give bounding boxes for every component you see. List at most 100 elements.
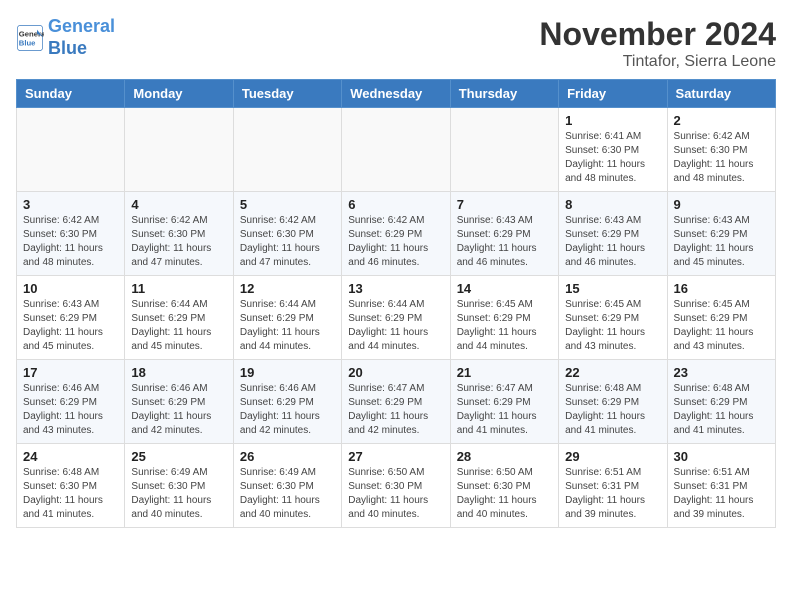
logo-icon: General Blue [16,24,44,52]
day-number: 19 [240,365,335,380]
calendar-cell: 10Sunrise: 6:43 AM Sunset: 6:29 PM Dayli… [17,276,125,360]
logo: General Blue General Blue [16,16,115,59]
day-number: 25 [131,449,226,464]
calendar-cell: 19 Sunrise: 6:46 AM Sunset: 6:29 PM Dayli… [233,360,341,444]
day-number: 23 [674,365,769,380]
day-number: 17 [23,365,118,380]
day-info: Sunrise: 6:50 AM Sunset: 6:30 PM Dayligh… [348,466,443,522]
day-info: Sunrise: 6:51 AM Sunset: 6:31 PM Dayligh… [565,466,660,522]
calendar-cell: 18 Sunrise: 6:46 AM Sunset: 6:29 PM Dayli… [125,360,233,444]
day-number: 8 [565,197,660,212]
calendar-cell: 11 Sunrise: 6:44 AM Sunset: 6:29 PM Dayli… [125,276,233,360]
weekday-header-wednesday: Wednesday [342,80,450,108]
weekday-header-sunday: Sunday [17,80,125,108]
calendar-cell: 7 Sunrise: 6:43 AM Sunset: 6:29 PM Daylig… [450,192,558,276]
day-number: 20 [348,365,443,380]
calendar-cell: 8 Sunrise: 6:43 AM Sunset: 6:29 PM Daylig… [559,192,667,276]
week-row-4: 17 Sunrise: 6:46 AM Sunset: 6:29 PM Dayli… [17,360,776,444]
logo-blue: Blue [48,38,87,58]
calendar-cell [17,108,125,192]
day-number: 27 [348,449,443,464]
day-info: Sunrise: 6:45 AM Sunset: 6:29 PM Dayligh… [565,298,660,354]
day-info: Sunrise: 6:41 AM Sunset: 6:30 PM Dayligh… [565,130,660,186]
calendar-cell: 26Sunrise: 6:49 AM Sunset: 6:30 PM Dayli… [233,444,341,528]
calendar-cell: 13 Sunrise: 6:44 AM Sunset: 6:29 PM Dayli… [342,276,450,360]
day-number: 11 [131,281,226,296]
day-info: Sunrise: 6:42 AM Sunset: 6:30 PM Dayligh… [240,214,335,270]
day-info: Sunrise: 6:44 AM Sunset: 6:29 PM Dayligh… [348,298,443,354]
day-number: 30 [674,449,769,464]
calendar-cell [342,108,450,192]
calendar-cell: 22Sunrise: 6:48 AM Sunset: 6:29 PM Dayli… [559,360,667,444]
calendar-cell: 27 Sunrise: 6:50 AM Sunset: 6:30 PM Dayli… [342,444,450,528]
day-number: 14 [457,281,552,296]
calendar-cell: 15 Sunrise: 6:45 AM Sunset: 6:29 PM Dayli… [559,276,667,360]
day-number: 2 [674,113,769,128]
calendar-cell: 1 Sunrise: 6:41 AM Sunset: 6:30 PM Daylig… [559,108,667,192]
logo-general: General [48,16,115,36]
calendar-cell: 23 Sunrise: 6:48 AM Sunset: 6:29 PM Dayli… [667,360,775,444]
calendar-cell: 14 Sunrise: 6:45 AM Sunset: 6:29 PM Dayli… [450,276,558,360]
calendar-cell: 16 Sunrise: 6:45 AM Sunset: 6:29 PM Dayli… [667,276,775,360]
day-number: 21 [457,365,552,380]
day-info: Sunrise: 6:46 AM Sunset: 6:29 PM Dayligh… [240,382,335,438]
day-info: Sunrise: 6:46 AM Sunset: 6:29 PM Dayligh… [23,382,118,438]
day-number: 13 [348,281,443,296]
day-info: Sunrise: 6:45 AM Sunset: 6:29 PM Dayligh… [457,298,552,354]
day-info: Sunrise: 6:43 AM Sunset: 6:29 PM Dayligh… [23,298,118,354]
day-info: Sunrise: 6:44 AM Sunset: 6:29 PM Dayligh… [131,298,226,354]
day-number: 24 [23,449,118,464]
day-info: Sunrise: 6:42 AM Sunset: 6:30 PM Dayligh… [23,214,118,270]
day-number: 3 [23,197,118,212]
weekday-header-saturday: Saturday [667,80,775,108]
calendar-cell: 3 Sunrise: 6:42 AM Sunset: 6:30 PM Daylig… [17,192,125,276]
day-info: Sunrise: 6:42 AM Sunset: 6:30 PM Dayligh… [131,214,226,270]
calendar-cell: 20 Sunrise: 6:47 AM Sunset: 6:29 PM Dayli… [342,360,450,444]
day-info: Sunrise: 6:43 AM Sunset: 6:29 PM Dayligh… [674,214,769,270]
week-row-2: 3 Sunrise: 6:42 AM Sunset: 6:30 PM Daylig… [17,192,776,276]
calendar-cell: 12 Sunrise: 6:44 AM Sunset: 6:29 PM Dayli… [233,276,341,360]
day-info: Sunrise: 6:44 AM Sunset: 6:29 PM Dayligh… [240,298,335,354]
day-number: 6 [348,197,443,212]
logo-text: General Blue [48,16,115,59]
day-info: Sunrise: 6:43 AM Sunset: 6:29 PM Dayligh… [457,214,552,270]
calendar-cell: 6 Sunrise: 6:42 AM Sunset: 6:29 PM Daylig… [342,192,450,276]
day-number: 9 [674,197,769,212]
day-number: 22 [565,365,660,380]
day-info: Sunrise: 6:45 AM Sunset: 6:29 PM Dayligh… [674,298,769,354]
weekday-header-thursday: Thursday [450,80,558,108]
day-info: Sunrise: 6:46 AM Sunset: 6:29 PM Dayligh… [131,382,226,438]
day-info: Sunrise: 6:42 AM Sunset: 6:30 PM Dayligh… [674,130,769,186]
weekday-header-row: SundayMondayTuesdayWednesdayThursdayFrid… [17,80,776,108]
day-info: Sunrise: 6:47 AM Sunset: 6:29 PM Dayligh… [457,382,552,438]
week-row-1: 1 Sunrise: 6:41 AM Sunset: 6:30 PM Daylig… [17,108,776,192]
day-info: Sunrise: 6:50 AM Sunset: 6:30 PM Dayligh… [457,466,552,522]
title-block: November 2024 Tintafor, Sierra Leone [539,16,776,71]
day-info: Sunrise: 6:47 AM Sunset: 6:29 PM Dayligh… [348,382,443,438]
day-info: Sunrise: 6:48 AM Sunset: 6:30 PM Dayligh… [23,466,118,522]
day-number: 1 [565,113,660,128]
calendar-cell: 5 Sunrise: 6:42 AM Sunset: 6:30 PM Daylig… [233,192,341,276]
calendar-cell [450,108,558,192]
day-info: Sunrise: 6:42 AM Sunset: 6:29 PM Dayligh… [348,214,443,270]
day-number: 12 [240,281,335,296]
calendar-table: SundayMondayTuesdayWednesdayThursdayFrid… [16,79,776,528]
weekday-header-monday: Monday [125,80,233,108]
day-number: 18 [131,365,226,380]
location: Tintafor, Sierra Leone [539,53,776,71]
weekday-header-tuesday: Tuesday [233,80,341,108]
day-number: 15 [565,281,660,296]
calendar-cell: 4Sunrise: 6:42 AM Sunset: 6:30 PM Daylig… [125,192,233,276]
calendar-cell: 25Sunrise: 6:49 AM Sunset: 6:30 PM Dayli… [125,444,233,528]
day-info: Sunrise: 6:48 AM Sunset: 6:29 PM Dayligh… [674,382,769,438]
weekday-header-friday: Friday [559,80,667,108]
week-row-3: 10Sunrise: 6:43 AM Sunset: 6:29 PM Dayli… [17,276,776,360]
day-info: Sunrise: 6:43 AM Sunset: 6:29 PM Dayligh… [565,214,660,270]
day-number: 7 [457,197,552,212]
day-number: 16 [674,281,769,296]
calendar-cell: 29Sunrise: 6:51 AM Sunset: 6:31 PM Dayli… [559,444,667,528]
day-number: 28 [457,449,552,464]
calendar-cell: 2 Sunrise: 6:42 AM Sunset: 6:30 PM Daylig… [667,108,775,192]
calendar-cell: 17 Sunrise: 6:46 AM Sunset: 6:29 PM Dayli… [17,360,125,444]
day-number: 5 [240,197,335,212]
